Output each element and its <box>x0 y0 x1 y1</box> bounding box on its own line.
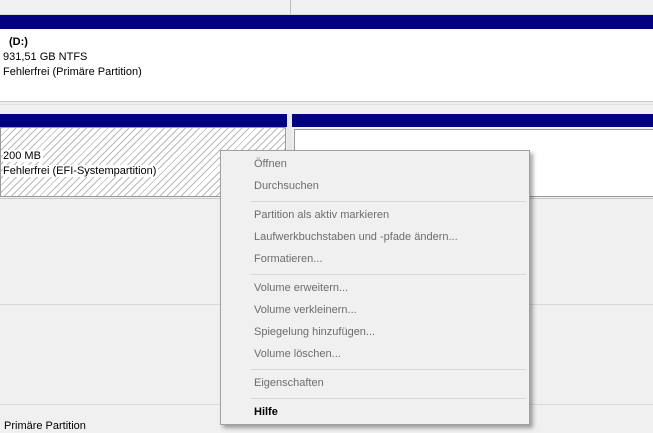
menu-separator <box>251 398 526 399</box>
menu-separator <box>251 274 526 275</box>
top-strip <box>0 0 653 15</box>
menu-item-volume-erweitern[interactable]: Volume erweitern... <box>254 280 348 296</box>
efi-header-bar <box>0 114 287 127</box>
menu-item-hilfe[interactable]: Hilfe <box>254 404 278 420</box>
menu-item-eigenschaften[interactable]: Eigenschaften <box>254 375 324 391</box>
column-separator <box>290 0 291 14</box>
disk-divider <box>0 104 653 105</box>
efi-status: Fehlerfrei (EFI-Systempartition) <box>3 165 159 177</box>
legend-primary-partition: Primäre Partition <box>4 420 86 432</box>
menu-item-formatieren[interactable]: Formatieren... <box>254 251 322 267</box>
menu-separator <box>251 201 526 202</box>
menu-item-volume-verkleinern[interactable]: Volume verkleinern... <box>254 302 357 318</box>
menu-separator <box>251 369 526 370</box>
menu-item-laufwerkbuchstaben-und-pfade-ändern[interactable]: Laufwerkbuchstaben und -pfade ändern... <box>254 229 458 245</box>
menu-item-öffnen[interactable]: Öffnen <box>254 156 287 172</box>
menu-item-partition-als-aktiv-markieren[interactable]: Partition als aktiv markieren <box>254 207 389 223</box>
menu-item-spiegelung-hinzufügen[interactable]: Spiegelung hinzufügen... <box>254 324 375 340</box>
menu-item-durchsuchen[interactable]: Durchsuchen <box>254 178 319 194</box>
volume-d-header-bar <box>0 15 653 29</box>
context-menu: Öffnen Durchsuchen Partition als aktiv mar… <box>220 150 530 425</box>
volume-d-status: Fehlerfrei (Primäre Partition) <box>3 66 142 78</box>
menu-item-volume-löschen[interactable]: Volume löschen... <box>254 346 341 362</box>
partition2-header-bar <box>292 114 653 127</box>
volume-d-name: (D:) <box>9 36 28 48</box>
disk-divider <box>0 101 653 102</box>
efi-size: 200 MB <box>3 150 43 162</box>
volume-d-block[interactable]: (D:) 931,51 GB NTFS Fehlerfrei (Primäre … <box>0 29 653 101</box>
volume-d-size: 931,51 GB NTFS <box>3 51 88 63</box>
